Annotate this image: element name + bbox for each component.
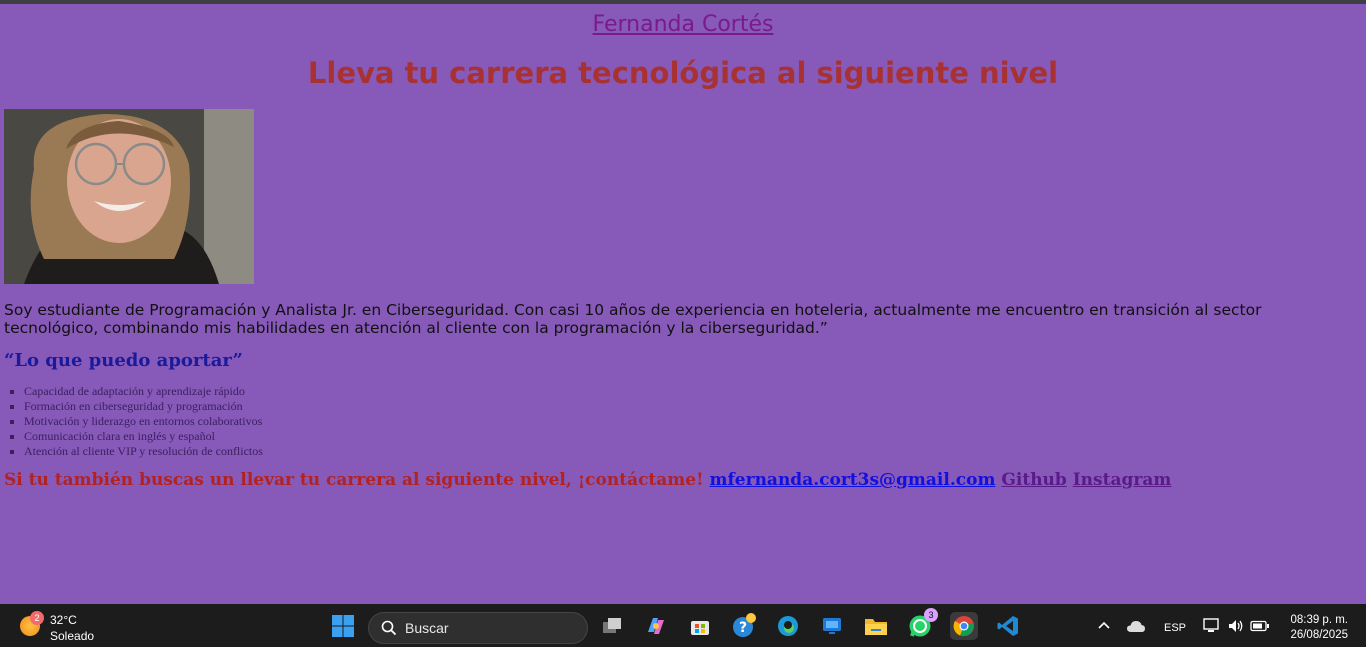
windows-taskbar: 2 32°C Soleado Buscar ? 3 ESP 08:39 p. m… [0, 604, 1366, 647]
system-clock[interactable]: 08:39 p. m. 26/08/2025 [1290, 613, 1348, 643]
remote-desktop-icon[interactable] [818, 612, 846, 640]
skill-item: Capacidad de adaptación y aprendizaje rá… [24, 384, 263, 399]
skill-item: Motivación y liderazgo en entornos colab… [24, 414, 263, 429]
name-link[interactable]: Fernanda Cortés [0, 12, 1366, 37]
edge-browser-icon[interactable] [774, 612, 802, 640]
search-icon [381, 620, 397, 636]
weather-widget[interactable]: 2 32°C Soleado [18, 611, 108, 643]
github-link[interactable]: Github [1001, 470, 1066, 490]
clock-date: 26/08/2025 [1290, 629, 1348, 641]
copilot-icon[interactable] [642, 612, 670, 640]
skill-item: Formación en ciberseguridad y programaci… [24, 399, 263, 414]
search-placeholder: Buscar [405, 620, 449, 636]
taskbar-search-box[interactable]: Buscar [368, 612, 588, 644]
chevron-up-icon[interactable] [1090, 612, 1118, 640]
whatsapp-icon[interactable]: 3 [906, 608, 938, 640]
vscode-icon[interactable] [994, 612, 1022, 640]
language-indicator[interactable]: ESP [1164, 622, 1186, 634]
weather-condition: Soleado [50, 629, 95, 643]
battery-icon[interactable] [1246, 612, 1274, 640]
help-icon[interactable]: ? [730, 612, 758, 640]
contact-cta: Si tu también buscas un llevar tu carrer… [4, 470, 704, 490]
email-link[interactable]: mfernanda.cort3s@gmail.com [710, 470, 996, 490]
weather-badge: 2 [30, 611, 44, 625]
skills-list: Capacidad de adaptación y aprendizaje rá… [4, 384, 263, 459]
weather-temperature: 32°C [50, 613, 77, 627]
page-headline: Lleva tu carrera tecnológica al siguient… [307, 56, 1059, 90]
file-explorer-icon[interactable] [862, 612, 890, 640]
instagram-link[interactable]: Instagram [1073, 470, 1172, 490]
profile-photo-illustration [4, 109, 254, 284]
skill-item: Comunicación clara en inglés y español [24, 429, 263, 444]
chrome-icon[interactable] [950, 612, 978, 640]
contact-line: Si tu también buscas un llevar tu carrer… [4, 470, 1171, 490]
skill-item: Atención al cliente VIP y resolución de … [24, 444, 263, 459]
svg-text:?: ? [739, 620, 747, 636]
onedrive-cloud-icon[interactable] [1122, 612, 1150, 640]
task-view-icon[interactable] [598, 612, 626, 640]
clock-time: 08:39 p. m. [1290, 614, 1348, 626]
profile-photo [4, 109, 254, 284]
windows-start-icon[interactable] [329, 612, 357, 640]
bio-paragraph: Soy estudiante de Programación y Analist… [4, 301, 1262, 337]
microsoft-store-icon[interactable] [686, 612, 714, 640]
portfolio-page: Fernanda Cortés Lleva tu carrera tecnoló… [0, 4, 1366, 604]
skills-section-title: “Lo que puedo aportar” [4, 350, 243, 371]
whatsapp-badge: 3 [924, 608, 938, 622]
